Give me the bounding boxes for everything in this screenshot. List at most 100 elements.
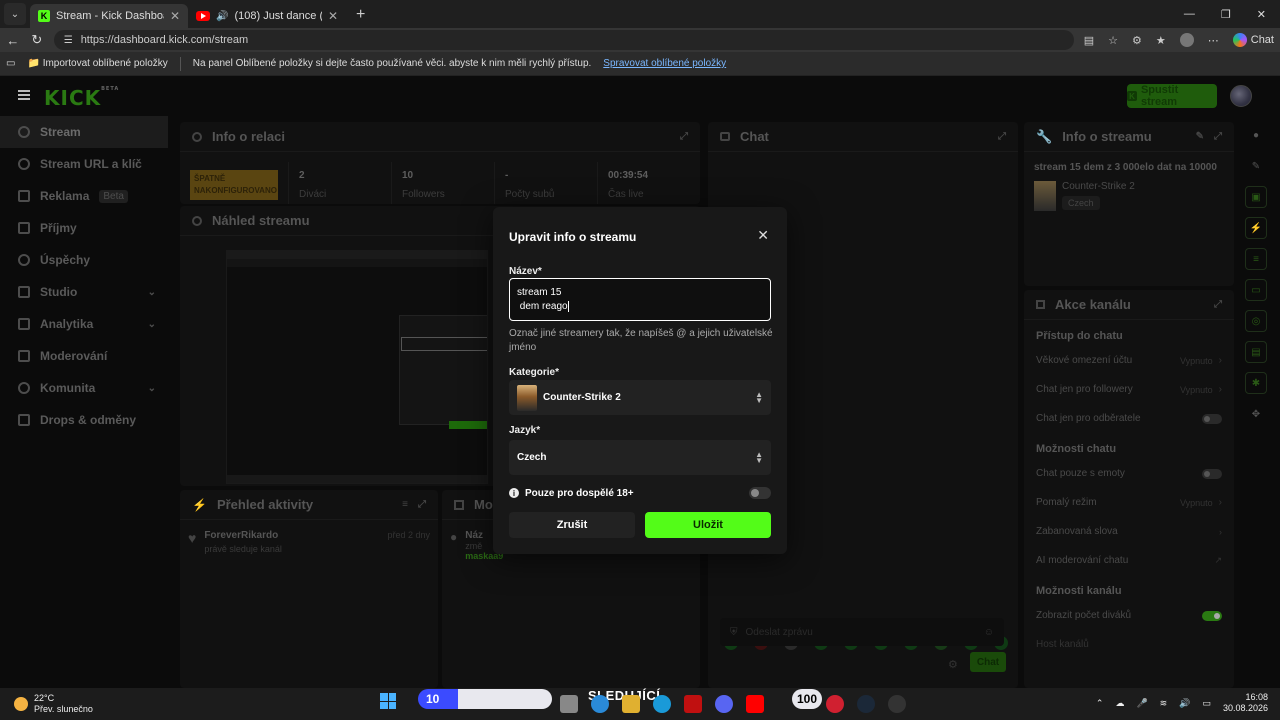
expand-icon[interactable]: ⤢ — [1214, 131, 1222, 142]
sidebar-item-studio[interactable]: Studio ⌄ — [0, 276, 168, 308]
edge-icon[interactable] — [653, 695, 671, 713]
activity-user[interactable]: ForeverRikardo — [204, 530, 282, 541]
battery-icon[interactable]: ▭ — [1202, 698, 1211, 709]
sidebar-item-stream[interactable]: Stream — [0, 116, 168, 148]
edit-icon[interactable]: ✎ — [1196, 131, 1204, 142]
close-tab-icon[interactable]: ✕ — [170, 9, 180, 23]
sidebar-item-community[interactable]: Komunita ⌄ — [0, 372, 168, 404]
sidebar-toggle-icon[interactable]: ▭ — [6, 58, 15, 69]
chat-settings-gear-icon[interactable]: ⚙ — [948, 658, 958, 671]
user-avatar[interactable] — [1230, 85, 1252, 107]
speaker-icon[interactable]: 🔊 — [216, 11, 228, 22]
obs-icon[interactable] — [888, 695, 906, 713]
discord-icon[interactable] — [715, 695, 733, 713]
category-select[interactable]: Counter-Strike 2 ▲ ▼ — [509, 380, 771, 415]
info-icon[interactable]: ● — [1245, 124, 1267, 146]
system-tray: ⌃ ☁ 🎤 ≋ 🔊 ▭ 16:08 30.08.2026 — [1096, 692, 1268, 714]
show-viewers-toggle[interactable] — [1202, 610, 1222, 621]
youtube-icon[interactable] — [746, 695, 764, 713]
bolt-icon[interactable]: ⚡ — [1245, 217, 1267, 239]
preview-icon[interactable]: ▣ — [1245, 186, 1267, 208]
save-button[interactable]: Uložit — [645, 512, 771, 538]
import-favorites-button[interactable]: 📁 Importovat oblíbené položky — [27, 58, 167, 69]
close-icon[interactable]: ✕ — [757, 227, 769, 244]
expand-icon[interactable]: ⤢ — [1214, 299, 1222, 310]
setting-followers-only[interactable]: Chat jen pro followery Vypnuto › — [1024, 375, 1234, 404]
weather-widget[interactable]: 22°C Přev. slunečno — [14, 693, 93, 715]
site-info-icon[interactable]: ☰ — [64, 35, 73, 46]
sidebar-item-stream-url[interactable]: Stream URL a klíč — [0, 148, 168, 180]
maximize-button[interactable]: ❐ — [1221, 8, 1231, 21]
volume-icon[interactable]: 🔊 — [1179, 698, 1190, 709]
edit-icon[interactable]: ✎ — [1245, 155, 1267, 177]
sidebar-item-revenue[interactable]: Příjmy — [0, 212, 168, 244]
close-window-button[interactable]: ✕ — [1257, 8, 1266, 21]
start-stream-button[interactable]: K Spustit stream — [1127, 84, 1217, 108]
sidebar-item-analytics[interactable]: Analytika ⌄ — [0, 308, 168, 340]
setting-host[interactable]: Host kanálů — [1024, 630, 1234, 659]
puzzle-icon[interactable]: ✥ — [1245, 403, 1267, 425]
chat-input[interactable]: ⛨ Odeslat zprávu ☺ — [720, 618, 1004, 646]
stream-title-input[interactable]: stream 15 dem reago — [509, 278, 771, 321]
favorite-star-icon[interactable]: ☆ — [1108, 34, 1118, 47]
menu-icon[interactable] — [18, 90, 30, 100]
folder-icon[interactable] — [622, 695, 640, 713]
language-select[interactable]: Czech ▲ ▼ — [509, 440, 771, 475]
weather-text: Přev. slunečno — [34, 704, 93, 714]
cloud-icon[interactable]: ☁ — [1115, 698, 1124, 709]
filter-icon[interactable]: ≡ — [402, 499, 408, 510]
sidebar-item-drops[interactable]: Drops & odměny — [0, 404, 168, 436]
wifi-icon[interactable]: ≋ — [1160, 698, 1168, 709]
tray-expand-icon[interactable]: ⌃ — [1096, 698, 1104, 709]
profile-avatar[interactable] — [1179, 33, 1194, 47]
refresh-icon[interactable]: ↻ — [30, 32, 44, 48]
adult-only-toggle[interactable] — [749, 487, 771, 499]
tab-actions-menu[interactable]: ⌄ — [4, 3, 26, 25]
netflix-icon[interactable] — [684, 695, 702, 713]
expand-icon[interactable]: ⤢ — [998, 131, 1006, 142]
extensions-icon[interactable]: ⚙ — [1132, 34, 1142, 47]
windows-start-icon[interactable] — [380, 693, 396, 709]
file-explorer-icon[interactable] — [560, 695, 578, 713]
subs-only-toggle[interactable] — [1202, 413, 1222, 424]
setting-age-restriction[interactable]: Věkové omezení účtu Vypnuto › — [1024, 346, 1234, 375]
copilot-chat-button[interactable]: Chat — [1232, 33, 1274, 47]
back-icon[interactable]: ← — [6, 33, 20, 48]
app-icon[interactable] — [826, 695, 844, 713]
sidebar-item-moderation[interactable]: Moderování — [0, 340, 168, 372]
kick-logo[interactable]: KICKBETA — [44, 86, 119, 110]
manage-favorites-link[interactable]: Spravovat oblíbené položky — [603, 58, 726, 69]
setting-slow-mode[interactable]: Pomalý režim Vypnuto › — [1024, 488, 1234, 517]
sidebar-item-ads[interactable]: Reklama Beta — [0, 180, 168, 212]
clock[interactable]: 16:08 30.08.2026 — [1223, 692, 1268, 714]
new-tab-button[interactable]: + — [356, 6, 365, 24]
cancel-button[interactable]: Zrušit — [509, 512, 635, 538]
favorites-icon[interactable]: ★ — [1156, 34, 1166, 47]
target-icon[interactable]: ◎ — [1245, 310, 1267, 332]
setting-ai-moderation[interactable]: AI moderování chatu ↗ — [1024, 546, 1234, 575]
wrench-icon[interactable]: ✱ — [1245, 372, 1267, 394]
mention-hint: Označ jiné streamery tak, že napíšeš @ a… — [509, 328, 773, 353]
more-icon[interactable]: ⋯ — [1208, 34, 1219, 47]
chrome-icon[interactable] — [591, 695, 609, 713]
minimize-button[interactable]: — — [1184, 8, 1195, 21]
emote-only-toggle[interactable] — [1202, 468, 1222, 479]
box-icon[interactable]: ▤ — [1245, 341, 1267, 363]
setting-banned-words[interactable]: Zabanovaná slova › — [1024, 517, 1234, 546]
send-chat-button[interactable]: Chat — [970, 652, 1006, 672]
list-icon[interactable]: ≡ — [1245, 248, 1267, 270]
panel-title: Info o streamu — [1062, 129, 1152, 144]
expand-icon[interactable]: ⤢ — [680, 131, 688, 142]
steam-icon[interactable] — [857, 695, 875, 713]
reader-icon[interactable]: ▤ — [1084, 34, 1094, 47]
emoji-icon[interactable]: ☺ — [984, 627, 994, 638]
sidebar-item-achievements[interactable]: Úspěchy — [0, 244, 168, 276]
chat-icon[interactable]: ▭ — [1245, 279, 1267, 301]
tab-kick-dashboard[interactable]: K Stream - Kick Dashboard ✕ — [30, 4, 188, 28]
close-tab-icon[interactable]: ✕ — [328, 9, 338, 23]
tab-youtube[interactable]: 🔊 (108) Just dance (sped up) - Y ✕ — [188, 4, 346, 28]
expand-icon[interactable]: ⤢ — [418, 499, 426, 510]
mic-icon[interactable]: 🎤 — [1136, 698, 1147, 709]
url-field[interactable]: ☰ https://dashboard.kick.com/stream — [53, 30, 1074, 50]
stream-preview-video[interactable] — [226, 250, 488, 484]
